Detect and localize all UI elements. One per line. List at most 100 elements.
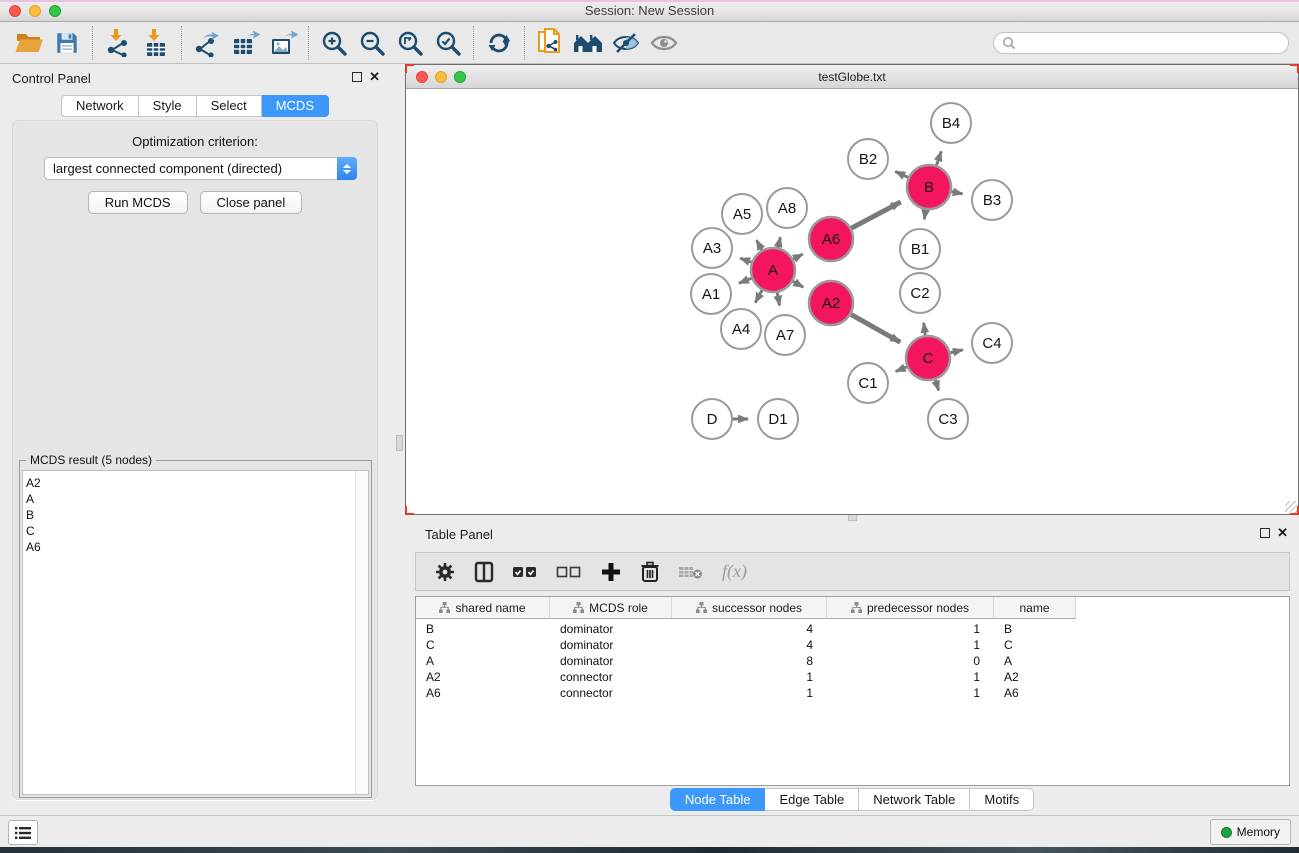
graph-node-C4[interactable]: C4 [972, 323, 1012, 363]
graph-node-A[interactable]: A [751, 248, 795, 292]
column-header-successor-nodes[interactable]: successor nodes [672, 597, 827, 619]
edge-A-A1[interactable] [739, 278, 753, 283]
graph-node-A5[interactable]: A5 [722, 194, 762, 234]
edge-C-C1[interactable] [896, 367, 908, 372]
export-network-button[interactable] [188, 26, 226, 60]
export-table-button[interactable] [226, 26, 264, 60]
edge-A-A3[interactable] [740, 258, 752, 262]
float-panel-icon[interactable] [1260, 528, 1270, 538]
table-row[interactable]: A2connector11A2 [416, 669, 1289, 685]
column-header-name[interactable]: name [994, 597, 1076, 619]
node-table[interactable]: shared nameMCDS rolesuccessor nodesprede… [415, 596, 1290, 786]
graph-node-C[interactable]: C [906, 336, 950, 380]
zoom-in-button[interactable] [315, 26, 353, 60]
import-network-button[interactable] [99, 26, 137, 60]
tab-motifs[interactable]: Motifs [970, 788, 1034, 811]
graph-node-C3[interactable]: C3 [928, 399, 968, 439]
hide-graphics-details-button[interactable] [607, 26, 645, 60]
result-item[interactable]: C [26, 523, 352, 539]
edge-B-B1[interactable] [924, 209, 926, 220]
result-item[interactable]: A2 [26, 475, 352, 491]
edge-C-C2[interactable] [924, 323, 926, 336]
graph-node-A1[interactable]: A1 [691, 274, 731, 314]
zoom-selected-button[interactable] [429, 26, 467, 60]
tab-mcds[interactable]: MCDS [262, 95, 329, 117]
edge-B-B2[interactable] [895, 172, 909, 178]
search-input[interactable] [1016, 36, 1280, 50]
graph-node-B1[interactable]: B1 [900, 229, 940, 269]
tab-edge-table[interactable]: Edge Table [765, 788, 859, 811]
table-row[interactable]: A6connector11A6 [416, 685, 1289, 701]
column-header-MCDS-role[interactable]: MCDS role [550, 597, 672, 619]
graph-node-A3[interactable]: A3 [692, 228, 732, 268]
add-row-icon[interactable] [600, 561, 622, 583]
close-panel-button[interactable]: Close panel [200, 191, 303, 214]
optimization-criterion-select[interactable]: largest connected component (directed) [44, 157, 357, 180]
open-session-button[interactable] [10, 26, 48, 60]
graph-node-A2[interactable]: A2 [809, 281, 853, 325]
refresh-button[interactable] [480, 26, 518, 60]
column-header-shared-name[interactable]: shared name [416, 597, 550, 619]
select-all-icon[interactable] [512, 563, 538, 581]
edge-B-B4[interactable] [936, 151, 941, 166]
graph-node-B3[interactable]: B3 [972, 180, 1012, 220]
result-scrollbar[interactable] [355, 471, 368, 794]
memory-button[interactable]: Memory [1210, 819, 1291, 845]
show-panel-menu-button[interactable] [8, 820, 38, 845]
save-session-button[interactable] [48, 26, 86, 60]
mcds-result-listbox[interactable]: A2ABCA6 [22, 470, 369, 795]
result-item[interactable]: B [26, 507, 352, 523]
graph-node-B2[interactable]: B2 [848, 139, 888, 179]
network-graph[interactable]: B4 B2 B B3 A8A5 A6 A3 B1 A C2 A1 A2 A4A7 C4 C C1 C3 D D1 [406, 89, 1298, 514]
tab-network[interactable]: Network [61, 95, 139, 117]
function-builder-icon[interactable]: f(x) [722, 561, 747, 582]
tab-node-table[interactable]: Node Table [670, 788, 766, 811]
show-all-networks-button[interactable] [569, 26, 607, 60]
network-canvas[interactable]: B4 B2 B B3 A8A5 A6 A3 B1 A C2 A1 A2 A4A7 C4 C C1 C3 D D1 [406, 89, 1298, 514]
zoom-out-button[interactable] [353, 26, 391, 60]
close-panel-icon[interactable]: ✕ [369, 69, 380, 85]
unselect-all-icon[interactable] [556, 563, 582, 581]
zoom-fit-button[interactable] [391, 26, 429, 60]
edge-A2-C[interactable] [850, 314, 900, 342]
edge-A-A6[interactable] [792, 254, 802, 260]
graph-node-A8[interactable]: A8 [767, 188, 807, 228]
show-column-icon[interactable] [474, 561, 494, 583]
graph-node-A6[interactable]: A6 [809, 217, 853, 261]
float-panel-icon[interactable] [352, 72, 362, 82]
graph-node-A7[interactable]: A7 [765, 315, 805, 355]
table-row[interactable]: Adominator80A [416, 653, 1289, 669]
graph-node-A4[interactable]: A4 [721, 309, 761, 349]
column-header-predecessor-nodes[interactable]: predecessor nodes [827, 597, 994, 619]
graph-node-D1[interactable]: D1 [758, 399, 798, 439]
edge-A-A5[interactable] [757, 240, 763, 251]
graph-node-C1[interactable]: C1 [848, 363, 888, 403]
result-item[interactable]: A6 [26, 539, 352, 555]
result-item[interactable]: A [26, 491, 352, 507]
table-row[interactable]: Bdominator41B [416, 621, 1289, 637]
table-row[interactable]: Cdominator41C [416, 637, 1289, 653]
edge-B-B3[interactable] [951, 191, 963, 194]
graph-node-B[interactable]: B [907, 165, 951, 209]
settings-gear-icon[interactable] [434, 561, 456, 583]
vertical-splitter-handle[interactable] [396, 435, 403, 451]
import-table-button[interactable] [137, 26, 175, 60]
graph-node-D[interactable]: D [692, 399, 732, 439]
edge-A6-B[interactable] [850, 202, 900, 229]
edge-C-C4[interactable] [949, 350, 962, 353]
close-panel-icon[interactable]: ✕ [1277, 525, 1288, 541]
tab-select[interactable]: Select [197, 95, 262, 117]
graph-node-B4[interactable]: B4 [931, 103, 971, 143]
search-field[interactable] [993, 32, 1289, 54]
edge-A-A8[interactable] [778, 237, 781, 248]
edge-C-C3[interactable] [935, 379, 939, 391]
tab-style[interactable]: Style [139, 95, 197, 117]
delete-row-icon[interactable] [640, 561, 660, 583]
graph-node-C2[interactable]: C2 [900, 273, 940, 313]
export-image-button[interactable] [264, 26, 302, 60]
show-graphics-details-button[interactable] [645, 26, 683, 60]
edge-A-A7[interactable] [777, 292, 780, 306]
delete-table-icon[interactable] [678, 563, 704, 581]
tab-network-table[interactable]: Network Table [859, 788, 970, 811]
edge-A-A2[interactable] [792, 281, 803, 287]
